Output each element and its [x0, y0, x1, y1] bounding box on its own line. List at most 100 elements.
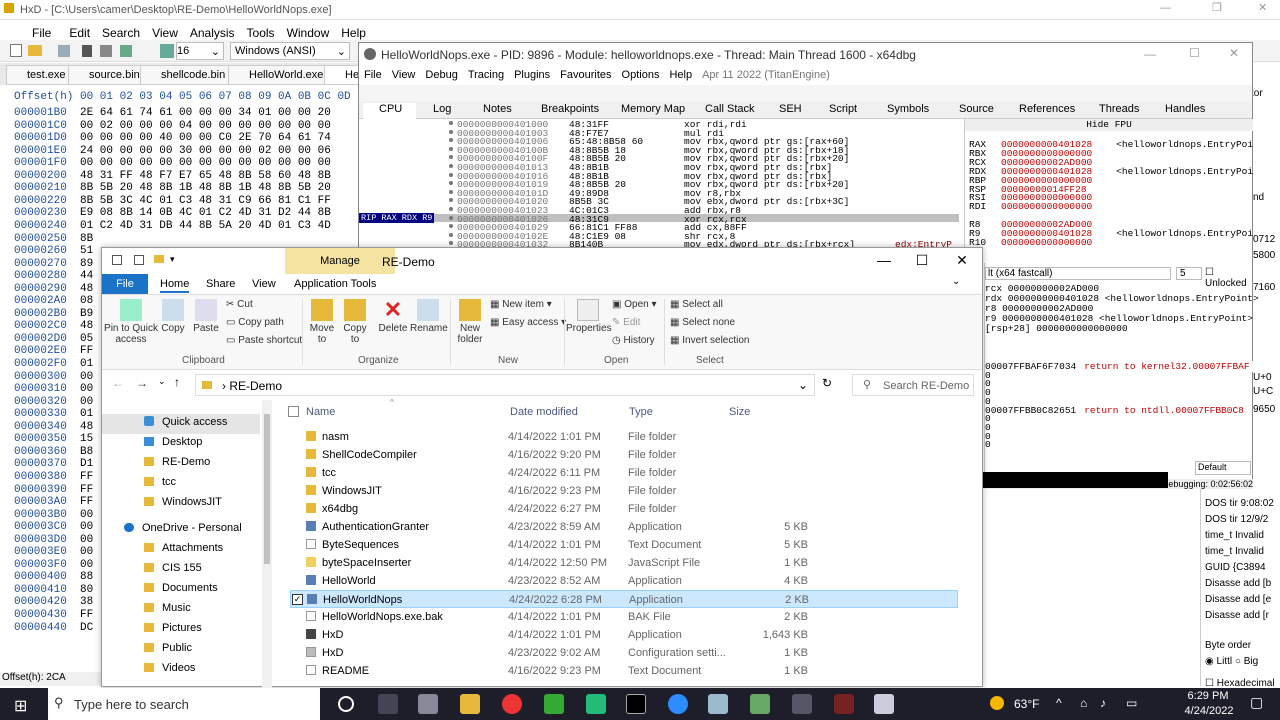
tab-source[interactable]: Source: [943, 103, 994, 119]
x64-menu-options[interactable]: Options: [617, 67, 665, 83]
stack-row[interactable]: 0: [985, 439, 1253, 450]
nav-scrollbar[interactable]: [262, 400, 272, 688]
nav-music[interactable]: Music: [142, 602, 191, 620]
tab-notes[interactable]: Notes: [467, 103, 512, 119]
disasm-row[interactable]: 0000000000401032 8B140B mov edx,dword ptr …: [359, 239, 959, 247]
weather-icon[interactable]: [990, 696, 1004, 710]
file-row[interactable]: README 4/16/2022 9:23 PM Text Document 1 KB: [290, 662, 958, 680]
breakpoint-dot-icon[interactable]: [449, 189, 453, 194]
tab-test-exe[interactable]: test.exe: [6, 65, 73, 85]
nav-scroll-thumb[interactable]: [264, 414, 270, 564]
up-icon[interactable]: ↑: [174, 375, 180, 389]
file-row[interactable]: HelloWorld 4/23/2022 8:52 AM Application 4 …: [290, 572, 958, 590]
disasm-row[interactable]: 0000000000401003 48:F7E7 mul rdi: [359, 128, 959, 139]
x64-menu-debug[interactable]: Debug: [420, 67, 462, 83]
save-icon[interactable]: [58, 45, 70, 57]
breakpoint-dot-icon[interactable]: [449, 181, 453, 186]
recent-dropdown-icon[interactable]: ⌄: [158, 376, 166, 387]
tab-threads[interactable]: Threads: [1083, 103, 1139, 119]
tab-view[interactable]: View: [252, 278, 276, 290]
breakpoint-dot-icon[interactable]: [449, 224, 453, 229]
app-icon[interactable]: [874, 694, 894, 714]
x64-menu-tracing[interactable]: Tracing: [463, 67, 509, 83]
breakpoint-dot-icon[interactable]: [449, 138, 453, 143]
breakpoint-dot-icon[interactable]: [449, 129, 453, 134]
tab-log[interactable]: Log: [417, 103, 451, 119]
disasm-row[interactable]: 000000000040100B 48:8B5B 18 mov rbx,qword …: [359, 145, 959, 156]
column-size[interactable]: Size: [729, 406, 750, 418]
file-row[interactable]: byteSpaceInserter 4/14/2022 12:50 PM JavaS…: [290, 554, 958, 572]
windows-start-icon[interactable]: ⊞: [14, 696, 27, 716]
battery-icon[interactable]: ▭: [1126, 696, 1137, 710]
paste-button[interactable]: Paste: [190, 299, 222, 334]
rename-button[interactable]: Rename: [410, 299, 448, 334]
move-to-button[interactable]: Move to: [306, 299, 338, 345]
file-row[interactable]: WindowsJIT 4/16/2022 9:23 PM File folder: [290, 482, 958, 500]
tab-handles[interactable]: Handles: [1149, 103, 1205, 119]
file-row[interactable]: HxD 4/14/2022 1:01 PM Application 1,643 KB: [290, 626, 958, 644]
new-file-icon[interactable]: [10, 44, 22, 57]
history-button[interactable]: ◷ History: [612, 335, 655, 346]
app-icon[interactable]: [544, 694, 564, 714]
bytes-per-row-select[interactable]: 16 ⌄: [176, 42, 224, 60]
folder-quick-icon[interactable]: [154, 255, 164, 263]
nav-desktop[interactable]: Desktop: [142, 436, 202, 454]
chrome-icon[interactable]: [502, 694, 522, 714]
select-all-checkbox[interactable]: [288, 406, 299, 417]
close-file-icon[interactable]: [82, 45, 92, 57]
tab-seh[interactable]: SEH: [763, 103, 802, 119]
refresh-icon[interactable]: ↻: [822, 376, 832, 390]
close-icon[interactable]: ✕: [950, 252, 974, 269]
command-bar[interactable]: [983, 472, 1168, 488]
breakpoint-dot-icon[interactable]: [449, 232, 453, 237]
disasm-row[interactable]: 0000000000401023 4C:01C3 add rbx,r8: [359, 205, 959, 216]
ribbon-expand-icon[interactable]: ⌄: [952, 276, 960, 287]
file-row[interactable]: ✓ HelloWorldNops 4/24/2022 6:28 PM Applicat…: [290, 590, 958, 608]
disasm-row[interactable]: 0000000000401006 65:48:8B58 60 mov rbx,qwo…: [359, 136, 959, 147]
file-row[interactable]: HelloWorldNops.exe.bak 4/14/2022 1:01 PM B…: [290, 608, 958, 626]
paste-shortcut-button[interactable]: ▭ Paste shortcut: [226, 335, 302, 346]
file-row[interactable]: ShellCodeCompiler 4/16/2022 9:20 PM File f…: [290, 446, 958, 464]
taskbar-search-box[interactable]: ⚲ Type here to search: [48, 688, 320, 720]
register-row[interactable]: R10 0000000000000000: [969, 237, 1116, 248]
hide-fpu-button[interactable]: Hide FPU: [965, 119, 1253, 131]
app-icon[interactable]: [834, 694, 854, 714]
x64-menu-plugins[interactable]: Plugins: [509, 67, 555, 83]
pin-quick-access-button[interactable]: Pin to Quick access: [104, 299, 158, 345]
app-icon[interactable]: [708, 694, 728, 714]
maximize-icon[interactable]: ☐: [1189, 46, 1200, 60]
file-explorer-taskbar-icon[interactable]: [460, 694, 480, 714]
calculator-icon[interactable]: [586, 694, 606, 714]
checkbox-quick-icon[interactable]: [134, 255, 144, 265]
open-file-icon[interactable]: [28, 45, 42, 56]
breakpoint-dot-icon[interactable]: [449, 121, 453, 125]
nav-pictures[interactable]: Pictures: [142, 622, 202, 640]
quick-access-dropdown-icon[interactable]: ▾: [170, 254, 175, 265]
forward-icon[interactable]: →: [136, 376, 148, 390]
tab-cpu[interactable]: CPU: [363, 103, 417, 119]
tab-home[interactable]: Home: [160, 278, 190, 293]
file-row[interactable]: tcc 4/24/2022 6:11 PM File folder: [290, 464, 958, 482]
task-view-icon[interactable]: [338, 696, 354, 712]
x64-menu-view[interactable]: View: [387, 67, 421, 83]
manage-contextual-tab[interactable]: Manage: [285, 248, 395, 274]
file-row[interactable]: x64dbg 4/24/2022 6:27 PM File folder: [290, 500, 958, 518]
zoom-icon[interactable]: [668, 694, 688, 714]
file-row[interactable]: HxD 4/23/2022 9:02 AM Configuration setti.…: [290, 644, 958, 662]
breakpoint-dot-icon[interactable]: [449, 241, 453, 246]
volume-icon[interactable]: ♪: [1100, 696, 1106, 710]
tab-references[interactable]: References: [1003, 103, 1075, 119]
minimize-icon[interactable]: —: [1160, 2, 1171, 14]
breadcrumb-re-demo[interactable]: RE-Demo: [229, 379, 282, 393]
terminal-icon[interactable]: [626, 694, 646, 714]
disasm-row[interactable]: 0000000000401029 66:81C1 FF88 add cx,88FF: [359, 222, 959, 233]
x64-menu-help[interactable]: Help: [664, 67, 697, 83]
chevron-down-icon[interactable]: ⌄: [798, 378, 808, 392]
tab-call-stack[interactable]: Call Stack: [689, 103, 755, 119]
search-box[interactable]: ⚲ Search RE-Demo: [852, 374, 974, 396]
weather-temp[interactable]: 63°F: [1014, 697, 1039, 711]
tab-script[interactable]: Script: [813, 103, 857, 119]
x64-menu-favourites[interactable]: Favourites: [555, 67, 616, 83]
nav-onedrive[interactable]: OneDrive - Personal: [122, 522, 242, 540]
registers-view[interactable]: Hide FPU RAX 0000000000401028 <helloworldn…: [964, 119, 1253, 248]
